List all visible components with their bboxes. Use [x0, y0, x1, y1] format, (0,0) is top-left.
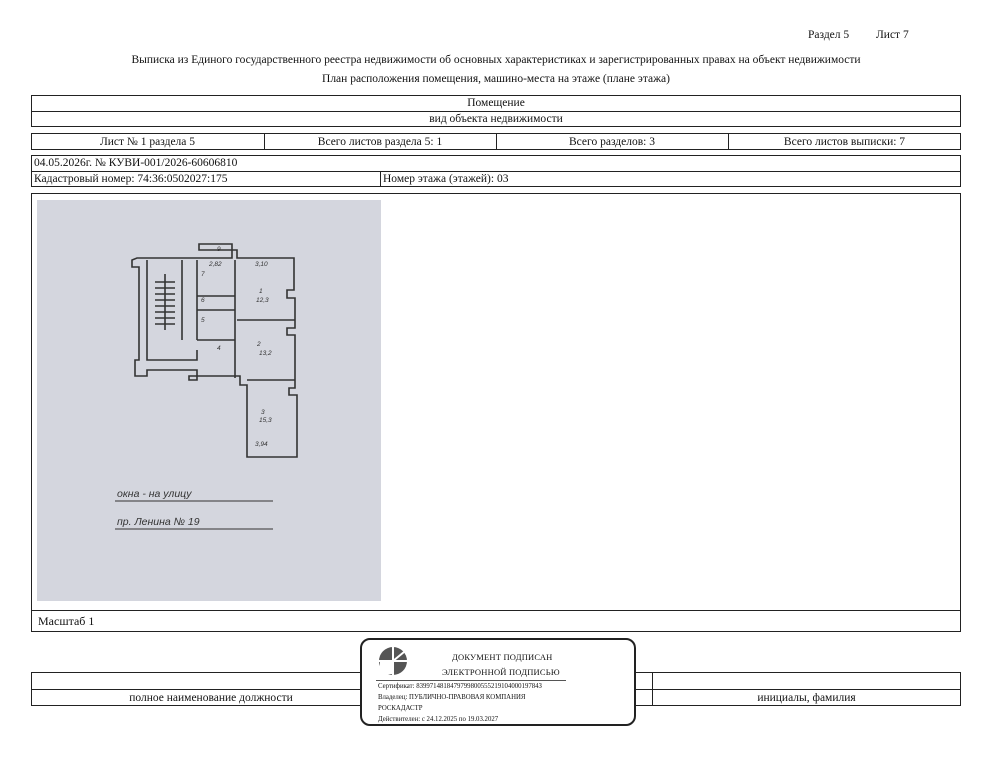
stamp-heading-1: ДОКУМЕНТ ПОДПИСАН: [452, 652, 553, 662]
scale-label: Масштаб 1: [38, 613, 95, 628]
plan-annotation-windows: окна - на улицу: [117, 488, 192, 500]
stamp-owner-org: РОСКАДАСТР: [378, 705, 423, 712]
roskadastr-logo-icon: [379, 647, 407, 675]
stamp-heading-2: ЭЛЕКТРОННОЙ ПОДПИСЬЮ: [442, 667, 560, 677]
dimension-label-1: 3,10: [255, 261, 268, 268]
electronic-signature-stamp: ДОКУМЕНТ ПОДПИСАН ЭЛЕКТРОННОЙ ПОДПИСЬЮ С…: [360, 638, 636, 726]
document-title: Выписка из Единого государственного реес…: [131, 54, 861, 66]
area-label-3: 15,3: [259, 417, 272, 424]
room-label-5: 5: [201, 317, 205, 324]
sheet-of-section: Лист № 1 раздела 5: [99, 135, 196, 148]
dimension-label-3: 3,94: [255, 441, 268, 448]
floor-plan-image: 9 1 2 3 4 5 6 7 12,3 13,2 15,3 3,10 2,82…: [37, 200, 381, 601]
stamp-owner: Владелец: ПУБЛИЧНО-ПРАВОВАЯ КОМПАНИЯ: [378, 694, 526, 701]
floor-plan-drawing: 9 1 2 3 4 5 6 7 12,3 13,2 15,3 3,10 2,82…: [115, 243, 298, 530]
position-caption: полное наименование должности: [129, 691, 293, 704]
name-caption: инициалы, фамилия: [757, 691, 856, 704]
stamp-valid: Действителен: с 24.12.2025 по 19.03.2027: [378, 716, 499, 723]
room-label-1: 1: [259, 288, 263, 295]
stamp-certificate: Сертификат: 8399714818479799800555219104…: [378, 683, 542, 690]
room-label-6: 6: [201, 297, 205, 304]
extract-date-number: 04.05.2026г. № КУВИ-001/2026-60606810: [34, 157, 238, 169]
sheet-number: Лист 7: [876, 29, 909, 41]
total-sheets-section: Всего листов раздела 5: 1: [317, 135, 443, 148]
room-label-7: 7: [201, 271, 205, 278]
room-label-2: 2: [256, 341, 261, 348]
section-number: Раздел 5: [808, 29, 850, 41]
room-label-3: 3: [261, 409, 265, 416]
room-label-9: 9: [217, 246, 221, 253]
document-subtitle: План расположения помещения, машино-мест…: [322, 73, 670, 85]
dimension-label-2: 2,82: [208, 261, 222, 268]
cadastral-number: Кадастровый номер: 74:36:0502027:175: [34, 173, 228, 185]
plan-annotation-address: пр. Ленина № 19: [117, 516, 200, 528]
object-kind: Помещение: [467, 97, 525, 109]
total-sections: Всего разделов: 3: [569, 135, 655, 148]
area-label-2: 13,2: [259, 350, 272, 357]
floor-number: Номер этажа (этажей): 03: [383, 173, 509, 185]
object-kind-caption: вид объекта недвижимости: [429, 113, 563, 125]
room-label-4: 4: [217, 345, 221, 352]
total-sheets-extract: Всего листов выписки: 7: [783, 135, 906, 148]
area-label-1: 12,3: [256, 297, 269, 304]
